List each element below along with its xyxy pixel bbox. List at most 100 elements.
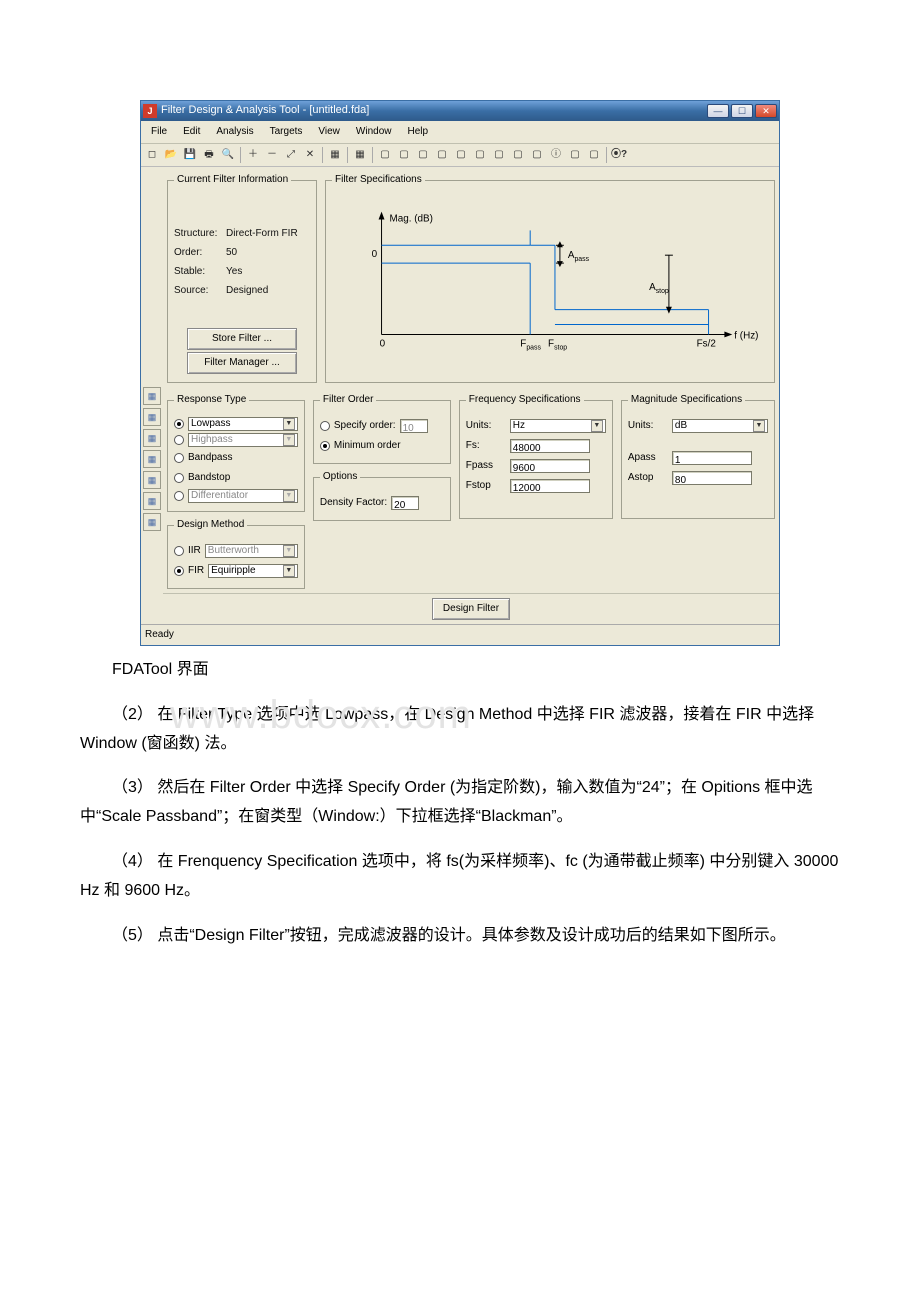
mag-units-label: Units: xyxy=(628,417,668,435)
specify-order-input[interactable]: 10 xyxy=(400,419,428,433)
step-icon[interactable]: ▢ xyxy=(452,146,470,164)
info-icon[interactable]: ⓘ xyxy=(547,146,565,164)
print-preview-icon[interactable]: 🔍 xyxy=(219,146,237,164)
response-label: Differentiator xyxy=(191,487,248,505)
mag-legend: Magnitude Specifications xyxy=(628,391,745,409)
radio-icon[interactable] xyxy=(174,453,184,463)
side-quantize-icon[interactable]: ▦ xyxy=(143,471,161,489)
zoom-out-icon[interactable]: － xyxy=(263,146,281,164)
side-multirate-icon[interactable]: ▦ xyxy=(143,492,161,510)
menu-view[interactable]: View xyxy=(310,122,348,142)
fir-label: FIR xyxy=(188,562,204,580)
toolbar-sep xyxy=(347,147,348,163)
filter-icon[interactable]: ▦ xyxy=(326,146,344,164)
chevron-down-icon[interactable]: ▼ xyxy=(591,420,603,432)
side-realize-icon[interactable]: ▦ xyxy=(143,450,161,468)
menu-window[interactable]: Window xyxy=(348,122,400,142)
zero-x-label: 0 xyxy=(380,338,386,349)
fpass-input[interactable]: 9600 xyxy=(510,459,590,473)
menu-file[interactable]: File xyxy=(143,122,175,142)
radio-icon[interactable] xyxy=(174,566,184,576)
minimum-order-label: Minimum order xyxy=(334,437,401,455)
close-button[interactable]: ✕ xyxy=(755,104,777,118)
save-icon[interactable]: 💾 xyxy=(181,146,199,164)
paragraph-4: （4） 在 Frenquency Specification 选项中，将 fs(… xyxy=(80,848,840,906)
menu-bar: File Edit Analysis Targets View Window H… xyxy=(141,121,779,144)
menu-edit[interactable]: Edit xyxy=(175,122,208,142)
chevron-down-icon[interactable]: ▼ xyxy=(283,434,295,446)
maximize-button[interactable]: ☐ xyxy=(731,104,753,118)
analyze-icon[interactable]: ▦ xyxy=(351,146,369,164)
astop-label: Astop xyxy=(649,282,669,295)
export-icon[interactable]: ▢ xyxy=(585,146,603,164)
menu-analysis[interactable]: Analysis xyxy=(208,122,261,142)
round-icon[interactable]: ▢ xyxy=(509,146,527,164)
phase-icon[interactable]: ▢ xyxy=(395,146,413,164)
store-filter-button[interactable]: Store Filter ... xyxy=(187,328,297,350)
menu-targets[interactable]: Targets xyxy=(262,122,311,142)
figure-caption: FDATool 界面 xyxy=(80,656,840,685)
design-filter-button[interactable]: Design Filter xyxy=(432,598,510,620)
impulse-icon[interactable]: ▢ xyxy=(433,146,451,164)
new-icon[interactable]: ◻ xyxy=(143,146,161,164)
info-val: Designed xyxy=(226,282,268,300)
radio-icon[interactable] xyxy=(174,419,184,429)
context-help-icon[interactable]: ⦿? xyxy=(610,146,628,164)
zoom-in-icon[interactable]: ＋ xyxy=(244,146,262,164)
chevron-down-icon[interactable]: ▼ xyxy=(283,490,295,502)
response-option[interactable]: Lowpass▼ xyxy=(174,417,298,431)
side-polezero-icon[interactable]: ▦ xyxy=(143,429,161,447)
chevron-down-icon[interactable]: ▼ xyxy=(283,418,295,430)
design-method-legend: Design Method xyxy=(174,516,247,534)
fstop-input[interactable]: 12000 xyxy=(510,479,590,493)
radio-icon[interactable] xyxy=(174,473,184,483)
side-design-icon[interactable]: ▦ xyxy=(143,387,161,405)
chevron-down-icon[interactable]: ▼ xyxy=(753,420,765,432)
fpass-label: Fpass xyxy=(466,457,506,475)
coefficients-icon[interactable]: ▢ xyxy=(490,146,508,164)
fs-input[interactable]: 48000 xyxy=(510,439,590,453)
radio-icon[interactable] xyxy=(174,435,184,445)
side-transform-icon[interactable]: ▦ xyxy=(143,513,161,531)
print-icon[interactable]: 🖶 xyxy=(200,146,218,164)
info-legend: Current Filter Information xyxy=(174,171,291,189)
filter-order-panel: Filter Order Specify order: 10 Minimum o… xyxy=(313,391,451,464)
pole-zero-icon[interactable]: ▢ xyxy=(471,146,489,164)
info-key: Stable: xyxy=(174,263,226,281)
response-option[interactable]: Differentiator ▼ xyxy=(174,489,298,503)
open-icon[interactable]: 📂 xyxy=(162,146,180,164)
side-import-icon[interactable]: ▦ xyxy=(143,408,161,426)
zoom-fit-icon[interactable]: ⤢ xyxy=(282,146,300,164)
iir-option[interactable]: IIR Butterworth▼ xyxy=(174,542,298,560)
filter-info-icon[interactable]: ▢ xyxy=(566,146,584,164)
fir-option[interactable]: FIR Equiripple▼ xyxy=(174,562,298,580)
response-option[interactable]: Bandstop xyxy=(174,469,298,487)
quantize-icon[interactable]: ▢ xyxy=(528,146,546,164)
radio-icon[interactable] xyxy=(320,441,330,451)
zoom-reset-icon[interactable]: ✕ xyxy=(301,146,319,164)
specify-order-option[interactable]: Specify order: 10 xyxy=(320,417,444,435)
radio-icon[interactable] xyxy=(320,421,330,431)
minimum-order-option[interactable]: Minimum order xyxy=(320,437,444,455)
radio-icon[interactable] xyxy=(174,491,184,501)
menu-help[interactable]: Help xyxy=(399,122,436,142)
radio-icon[interactable] xyxy=(174,546,184,556)
status-bar: Ready xyxy=(141,624,779,645)
response-label: Bandpass xyxy=(188,449,232,467)
apass-input[interactable]: 1 xyxy=(672,451,752,465)
response-option[interactable]: Bandpass xyxy=(174,449,298,467)
density-input[interactable]: 20 xyxy=(391,496,419,510)
magnitude-icon[interactable]: ▢ xyxy=(376,146,394,164)
astop-input[interactable]: 80 xyxy=(672,471,752,485)
toolbar-sep xyxy=(372,147,373,163)
title-bar[interactable]: J Filter Design & Analysis Tool - [untit… xyxy=(141,101,779,121)
minimize-button[interactable]: — xyxy=(707,104,729,118)
chevron-down-icon[interactable]: ▼ xyxy=(283,565,295,577)
mag-units-value: dB xyxy=(675,417,687,435)
magnitude-spec-panel: Magnitude Specifications Units: dB▼ Apas… xyxy=(621,391,775,519)
response-option[interactable]: Highpass▼ xyxy=(174,433,298,447)
filter-manager-button[interactable]: Filter Manager ... xyxy=(187,352,297,374)
chevron-down-icon[interactable]: ▼ xyxy=(283,545,295,557)
response-legend: Response Type xyxy=(174,391,249,409)
group-delay-icon[interactable]: ▢ xyxy=(414,146,432,164)
